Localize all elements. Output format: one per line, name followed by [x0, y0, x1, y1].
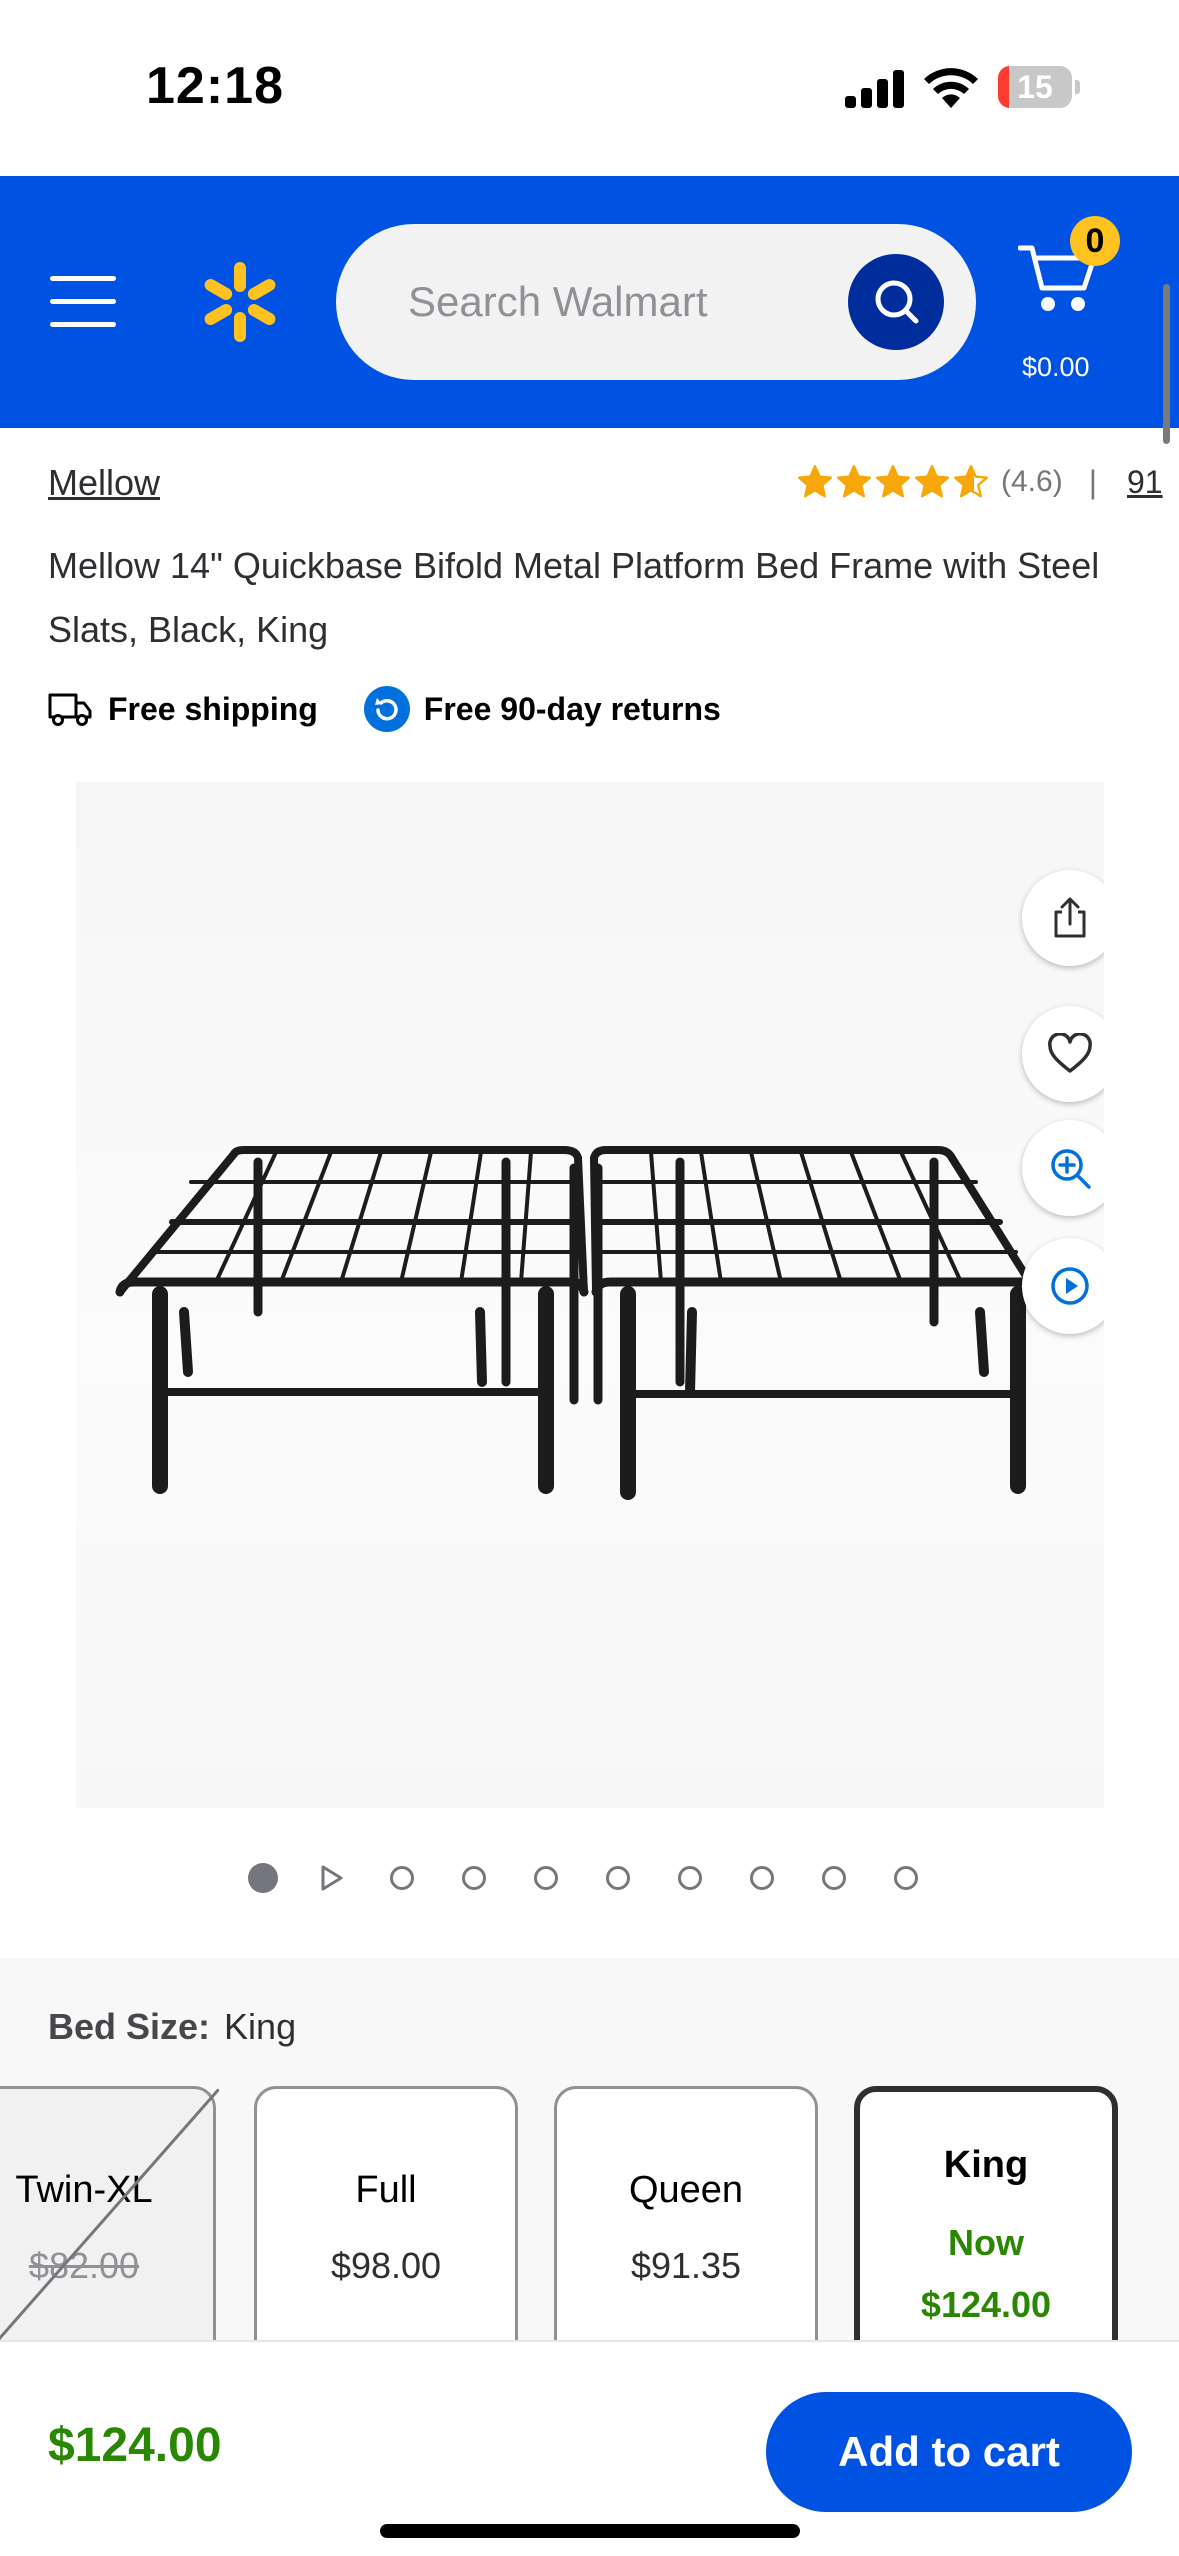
truck-icon: [48, 693, 92, 726]
pagination-dot[interactable]: [678, 1866, 702, 1890]
review-count-link[interactable]: 91: [1127, 464, 1163, 501]
search-icon: [875, 280, 919, 324]
status-time: 12:18: [146, 57, 284, 115]
star-full-icon: [875, 464, 911, 498]
pagination-dot[interactable]: [462, 1866, 486, 1890]
product-title: Mellow 14" Quickbase Bifold Metal Platfo…: [48, 545, 1100, 650]
variant-price: $124.00: [920, 2284, 1052, 2325]
variant-option-king[interactable]: King Now $124.00: [854, 2086, 1118, 2340]
app-header: 0 $0.00: [0, 176, 1179, 428]
menu-button[interactable]: [50, 276, 116, 327]
star-partial-icon: [953, 464, 989, 498]
video-play-dot-icon[interactable]: [320, 1864, 344, 1892]
rating-value: (4.6): [1001, 465, 1063, 498]
rating-summary[interactable]: (4.6) | 91: [796, 460, 1163, 504]
bed-frame-image: [115, 1146, 1041, 1500]
variant-now-label: Now: [948, 2222, 1024, 2263]
search-input[interactable]: [408, 264, 828, 340]
add-to-cart-button[interactable]: Add to cart: [766, 2392, 1132, 2512]
free-returns-label: Free 90-day returns: [423, 690, 721, 727]
product-image[interactable]: [76, 782, 1104, 1808]
variant-label: Bed Size: King: [48, 2006, 297, 2047]
variant-price: $91.35: [630, 2245, 742, 2286]
pagination-dot[interactable]: [390, 1866, 414, 1890]
rating-separator: |: [1088, 463, 1097, 500]
status-bar: 12:18 15: [0, 0, 1179, 176]
unavailable-slash: [0, 2089, 219, 2340]
pagination-dot[interactable]: [534, 1866, 558, 1890]
sticky-add-to-cart-bar: $124.00 Add to cart: [0, 2340, 1179, 2556]
star-full-icon: [914, 464, 950, 498]
image-pagination: [248, 1856, 966, 1900]
bed-size-selector: Bed Size: King Twin-XL $82.00 Full $98.00…: [0, 1958, 1179, 2340]
cart-total: $0.00: [1022, 352, 1090, 382]
search-bar: [336, 224, 976, 380]
cart-button[interactable]: 0 $0.00: [1010, 216, 1150, 382]
battery-icon: 15: [998, 66, 1080, 108]
walmart-spark-logo-icon[interactable]: [198, 260, 282, 344]
variant-name: Queen: [628, 2169, 744, 2211]
pagination-dot[interactable]: [750, 1866, 774, 1890]
fulfillment-badges: Free shipping Free 90-day returns: [48, 686, 721, 732]
cellular-signal-icon: [845, 70, 904, 108]
variant-option-queen[interactable]: Queen $91.35: [554, 2086, 818, 2340]
variant-price: $98.00: [330, 2245, 442, 2286]
search-button[interactable]: [848, 254, 944, 350]
brand-link[interactable]: Mellow: [48, 462, 160, 504]
star-full-icon: [836, 464, 872, 498]
variant-name: King: [943, 2144, 1029, 2186]
returns-icon: [363, 686, 410, 732]
wifi-icon: [924, 68, 978, 108]
pagination-dot[interactable]: [248, 1863, 278, 1893]
variant-name: Full: [355, 2169, 417, 2211]
scrollbar[interactable]: [1163, 284, 1170, 444]
variant-option-full[interactable]: Full $98.00: [254, 2086, 518, 2340]
pagination-dot[interactable]: [822, 1866, 846, 1890]
play-circle-icon: [1051, 1267, 1089, 1305]
selected-variant: King: [224, 2006, 297, 2047]
pagination-dot[interactable]: [894, 1866, 918, 1890]
variant-option-twin-xl[interactable]: Twin-XL $82.00: [0, 2086, 219, 2340]
star-full-icon: [797, 464, 833, 498]
pagination-dot[interactable]: [606, 1866, 630, 1890]
home-indicator[interactable]: [380, 2524, 800, 2538]
battery-level: 15: [1017, 69, 1053, 105]
heart-icon: [1048, 1033, 1092, 1073]
free-shipping-label: Free shipping: [108, 690, 318, 727]
rating-stars: [796, 463, 991, 501]
zoom-in-icon: [1051, 1149, 1091, 1189]
share-icon: [1054, 897, 1086, 938]
bottom-price: $124.00: [48, 2419, 222, 2472]
cart-count-badge: 0: [1070, 216, 1120, 266]
